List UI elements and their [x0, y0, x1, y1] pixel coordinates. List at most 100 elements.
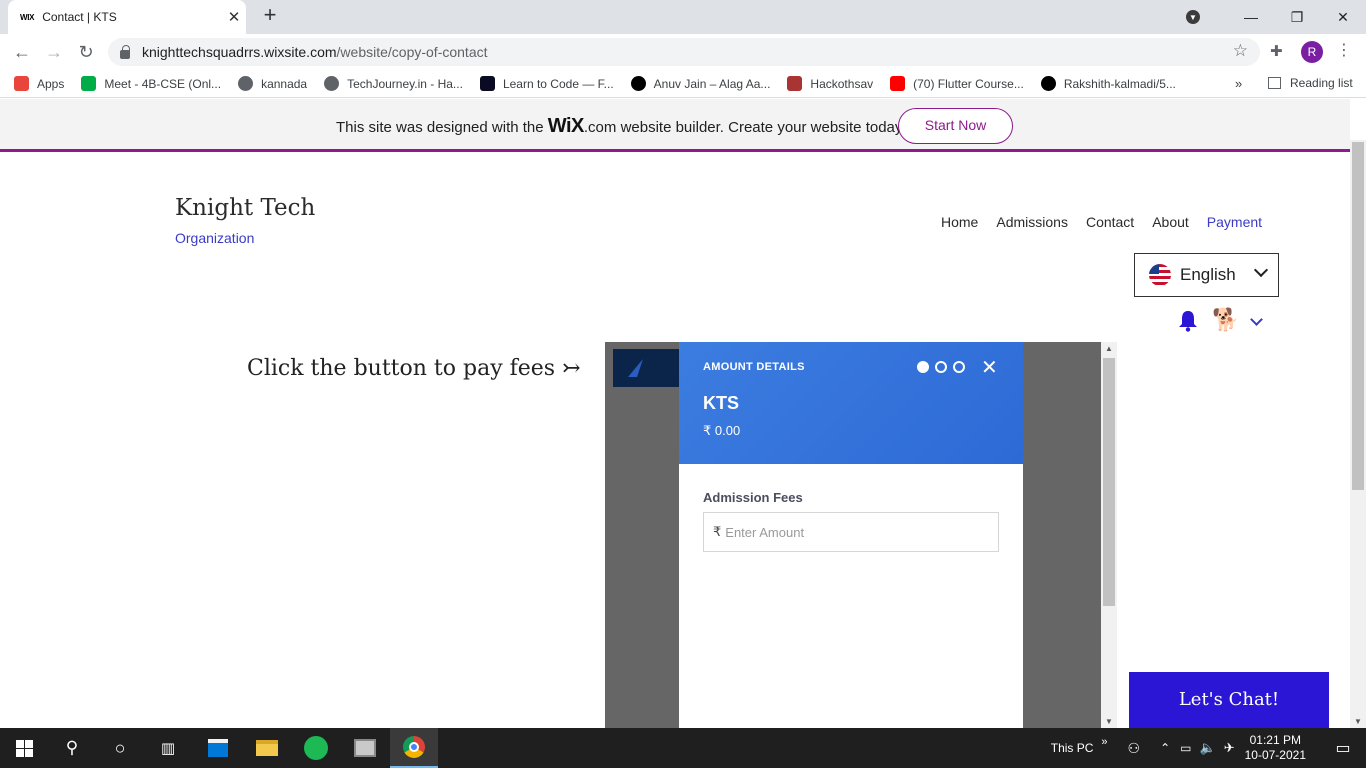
nav-admissions[interactable]: Admissions: [996, 214, 1068, 230]
pay-fees-prompt: Click the button to pay fees ↣: [247, 356, 581, 381]
meet-icon: [81, 76, 97, 91]
amount-field[interactable]: ₹: [703, 512, 999, 552]
nav-payment[interactable]: Payment: [1207, 214, 1262, 230]
rupee-icon: ₹: [713, 524, 722, 539]
notifications-icon[interactable]: ▭: [1320, 738, 1366, 758]
bookmark-label: (70) Flutter Course...: [913, 76, 1024, 91]
nav-home[interactable]: Home: [941, 214, 978, 230]
clock[interactable]: 01:21 PM 10-07-2021: [1245, 733, 1306, 763]
site-title[interactable]: Knight Tech: [175, 195, 315, 221]
address-bar[interactable]: knighttechsquadrrs.wixsite.com /website/…: [108, 38, 1260, 66]
page-scrollbar-thumb[interactable]: [1352, 142, 1364, 490]
lets-chat-button[interactable]: Let's Chat!: [1129, 672, 1329, 728]
page-scrollbar[interactable]: ▼: [1350, 140, 1366, 728]
bookmark-item[interactable]: Anuv Jain – Alag Aa...: [630, 76, 771, 91]
close-window-button[interactable]: ✕: [1320, 9, 1366, 26]
tab-search-icon[interactable]: ▼: [1186, 10, 1200, 24]
wix-promo-banner: This site was designed with the WiX.com …: [0, 99, 1350, 152]
battery-icon[interactable]: ▭: [1180, 741, 1191, 755]
github-icon: [1040, 76, 1056, 91]
url-path: /website/copy-of-contact: [336, 44, 488, 60]
freecodecamp-icon: [479, 76, 495, 91]
windows-taskbar: ⚲ ○ ▥ This PC » ⚇ ⌃ ▭ 🔈 ✈ 01:21 PM 10-07…: [0, 728, 1366, 768]
step-dot-active: [917, 361, 929, 373]
bookmark-item[interactable]: TechJourney.in - Ha...: [324, 76, 463, 91]
file-explorer-icon[interactable]: [243, 728, 291, 768]
bookmark-item[interactable]: Rakshith-kalmadi/5...: [1040, 76, 1176, 91]
bookmark-label: Anuv Jain – Alag Aa...: [653, 76, 771, 91]
tab-close-icon[interactable]: ✕: [222, 8, 246, 26]
forward-arrow-icon[interactable]: →: [42, 40, 66, 64]
site-nav: Home Admissions Contact About Payment: [941, 214, 1262, 230]
scroll-down-icon[interactable]: ▼: [1105, 717, 1113, 726]
razorpay-logo-icon: [628, 359, 643, 377]
spotify-icon[interactable]: [292, 728, 340, 768]
notification-bell-icon[interactable]: [1178, 310, 1198, 332]
volume-icon[interactable]: 🔈: [1200, 740, 1216, 756]
nav-about[interactable]: About: [1152, 214, 1189, 230]
bookmark-label: Meet - 4B-CSE (Onl...: [104, 76, 222, 91]
nav-contact[interactable]: Contact: [1086, 214, 1134, 230]
bookmark-label: TechJourney.in - Ha...: [347, 76, 463, 91]
member-avatar[interactable]: 🐕: [1212, 307, 1239, 333]
chevron-down-icon: [1253, 262, 1269, 278]
show-hidden-icons-icon[interactable]: ⌃: [1160, 741, 1170, 755]
minimize-button[interactable]: —: [1228, 9, 1274, 25]
photos-icon[interactable]: [341, 728, 389, 768]
close-modal-icon[interactable]: ✕: [981, 355, 998, 380]
windows-logo-icon: [15, 739, 33, 757]
reading-list-button[interactable]: Reading list: [1268, 76, 1353, 90]
wix-promo-text-after: .com website builder. Create your websit…: [583, 119, 906, 136]
search-icon[interactable]: ⚲: [48, 728, 96, 768]
iframe-scrollbar[interactable]: ▲ ▼: [1101, 342, 1117, 728]
airplane-mode-icon[interactable]: ✈: [1224, 740, 1235, 756]
bookmark-item[interactable]: Meet - 4B-CSE (Onl...: [81, 76, 221, 91]
this-pc-toolbar[interactable]: This PC: [1051, 741, 1094, 755]
bookmarks-overflow-icon[interactable]: »: [1235, 76, 1242, 91]
people-icon[interactable]: ⚇: [1128, 740, 1141, 757]
microsoft-store-icon[interactable]: [194, 728, 242, 768]
cortana-icon[interactable]: ○: [96, 728, 144, 768]
scroll-up-icon[interactable]: ▲: [1105, 344, 1113, 353]
browser-toolbar: ← → ↻ knighttechsquadrrs.wixsite.com /we…: [0, 34, 1366, 70]
extensions-puzzle-icon[interactable]: ✚: [1270, 42, 1283, 60]
bookmark-label: Apps: [37, 76, 65, 91]
member-menu-chevron-icon[interactable]: [1250, 313, 1263, 326]
browser-tab[interactable]: WIX Contact | KTS ✕: [8, 0, 246, 34]
iframe-scrollbar-thumb[interactable]: [1103, 358, 1115, 606]
browser-menu-icon[interactable]: ⋮: [1336, 40, 1352, 60]
bookmark-item[interactable]: Hackothsav: [787, 76, 873, 91]
back-arrow-icon[interactable]: ←: [10, 40, 34, 64]
merchant-name: KTS: [703, 393, 739, 413]
step-indicator: [917, 361, 971, 373]
bookmark-label: Rakshith-kalmadi/5...: [1063, 76, 1176, 91]
toolbar-expand-icon[interactable]: »: [1101, 736, 1107, 748]
bookmark-star-icon[interactable]: ☆: [1233, 41, 1248, 61]
language-label: English: [1180, 265, 1236, 284]
start-now-button[interactable]: Start Now: [898, 108, 1013, 144]
tab-strip: WIX Contact | KTS ✕ + ▼ — ❐ ✕: [0, 0, 1366, 34]
new-tab-button[interactable]: +: [258, 4, 282, 28]
chrome-icon[interactable]: [390, 728, 438, 768]
youtube-icon: [890, 76, 906, 91]
task-view-icon[interactable]: ▥: [144, 728, 192, 768]
bookmark-item[interactable]: kannada: [238, 76, 307, 91]
restore-button[interactable]: ❐: [1274, 9, 1320, 26]
profile-avatar[interactable]: R: [1301, 41, 1323, 63]
scroll-down-icon[interactable]: ▼: [1354, 717, 1362, 726]
lock-icon[interactable]: [120, 44, 130, 59]
start-button[interactable]: [0, 728, 48, 768]
razorpay-button[interactable]: [613, 349, 683, 387]
bookmark-item[interactable]: (70) Flutter Course...: [890, 76, 1024, 91]
tab-title: Contact | KTS: [42, 10, 117, 24]
bookmark-label: Learn to Code — F...: [502, 76, 614, 91]
apps-grid-icon: [14, 76, 29, 91]
amount-input[interactable]: [725, 524, 976, 540]
bookmark-item[interactable]: Apps: [14, 76, 64, 91]
bookmark-item[interactable]: Learn to Code — F...: [479, 76, 614, 91]
wix-favicon-icon: WIX: [20, 12, 35, 22]
reload-icon[interactable]: ↻: [74, 40, 98, 64]
language-selector[interactable]: English: [1134, 253, 1279, 297]
globe-icon: [238, 76, 254, 91]
bookmark-label: Hackothsav: [810, 76, 874, 91]
